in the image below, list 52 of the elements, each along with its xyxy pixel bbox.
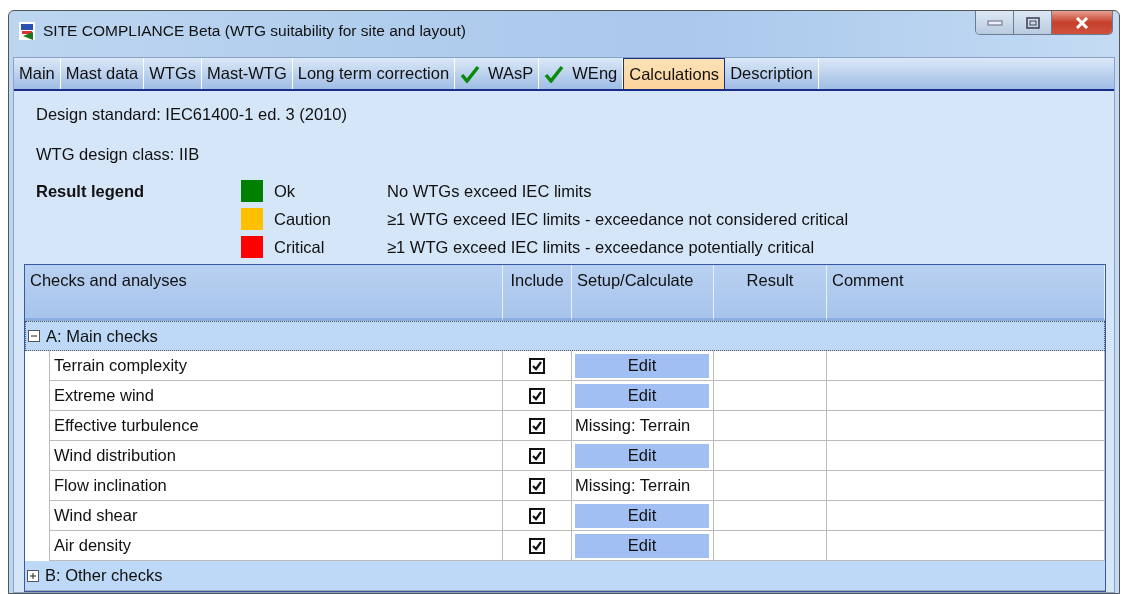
minimize-button[interactable] [976, 11, 1014, 34]
legend-label: Caution [274, 209, 332, 229]
column-header: Setup/Calculate [572, 265, 714, 321]
group-label: A: Main checks [46, 326, 158, 346]
maximize-icon [1025, 16, 1040, 29]
app-logo-icon [19, 22, 35, 40]
tab[interactable]: Mast-WTG [202, 58, 293, 89]
minimize-icon [986, 19, 1003, 26]
expand-icon [27, 569, 39, 582]
edit-button[interactable]: Edit [575, 503, 709, 528]
checkbox[interactable] [529, 537, 545, 554]
legend-description: ≥1 WTG exceed IEC limits - exceedance potentially critical [387, 237, 816, 257]
checkbox[interactable] [529, 477, 545, 494]
close-button[interactable] [1052, 11, 1112, 34]
tab[interactable]: Mast data [60, 58, 145, 89]
maximize-button[interactable] [1014, 11, 1052, 34]
status-text: Missing: Terrain [575, 476, 691, 495]
checkbox[interactable] [529, 507, 545, 524]
checkmark-icon [544, 64, 565, 83]
group-row[interactable]: A: Main checks [25, 321, 1105, 351]
collapse-icon [28, 330, 40, 342]
legend-description: ≥1 WTG exceed IEC limits - exceedance not considered critical [387, 209, 850, 229]
legend-title: Result legend [36, 181, 146, 201]
info-text: WTG design class: IIB [35, 144, 201, 165]
close-icon [1075, 16, 1089, 29]
info-text: Design standard: IEC61400-1 ed. 3 (2010) [35, 104, 348, 125]
tab[interactable]: WTGs [144, 58, 202, 89]
checkmark-icon [460, 64, 481, 83]
column-header: Include [503, 265, 572, 321]
status-text: Missing: Terrain [575, 416, 691, 435]
edit-button[interactable]: Edit [575, 353, 709, 378]
group-label: B: Other checks [45, 566, 163, 585]
edit-button[interactable]: Edit [575, 533, 709, 558]
checkbox[interactable] [529, 357, 545, 374]
tab[interactable]: WAsP [455, 58, 540, 89]
tab[interactable]: Main [14, 58, 61, 89]
column-header: Comment [827, 265, 1105, 321]
column-header: Result [714, 265, 827, 321]
legend-label: Ok [274, 181, 297, 201]
legend-description: No WTGs exceed IEC limits [387, 181, 593, 201]
edit-button[interactable]: Edit [575, 443, 709, 468]
tab[interactable]: Calculations [623, 58, 726, 89]
tab[interactable]: Description [725, 58, 819, 89]
column-header: Checks and analyses [25, 265, 503, 321]
edit-button[interactable]: Edit [575, 383, 709, 408]
checkbox[interactable] [529, 387, 545, 404]
legend-label: Critical [274, 237, 326, 257]
checkbox[interactable] [529, 417, 545, 434]
checkbox[interactable] [529, 447, 545, 464]
group-row[interactable]: B: Other checks [25, 561, 1105, 591]
tab[interactable]: Long term correction [292, 58, 456, 89]
window-title: SITE COMPLIANCE Beta (WTG suitability for site and layout) [43, 22, 467, 40]
